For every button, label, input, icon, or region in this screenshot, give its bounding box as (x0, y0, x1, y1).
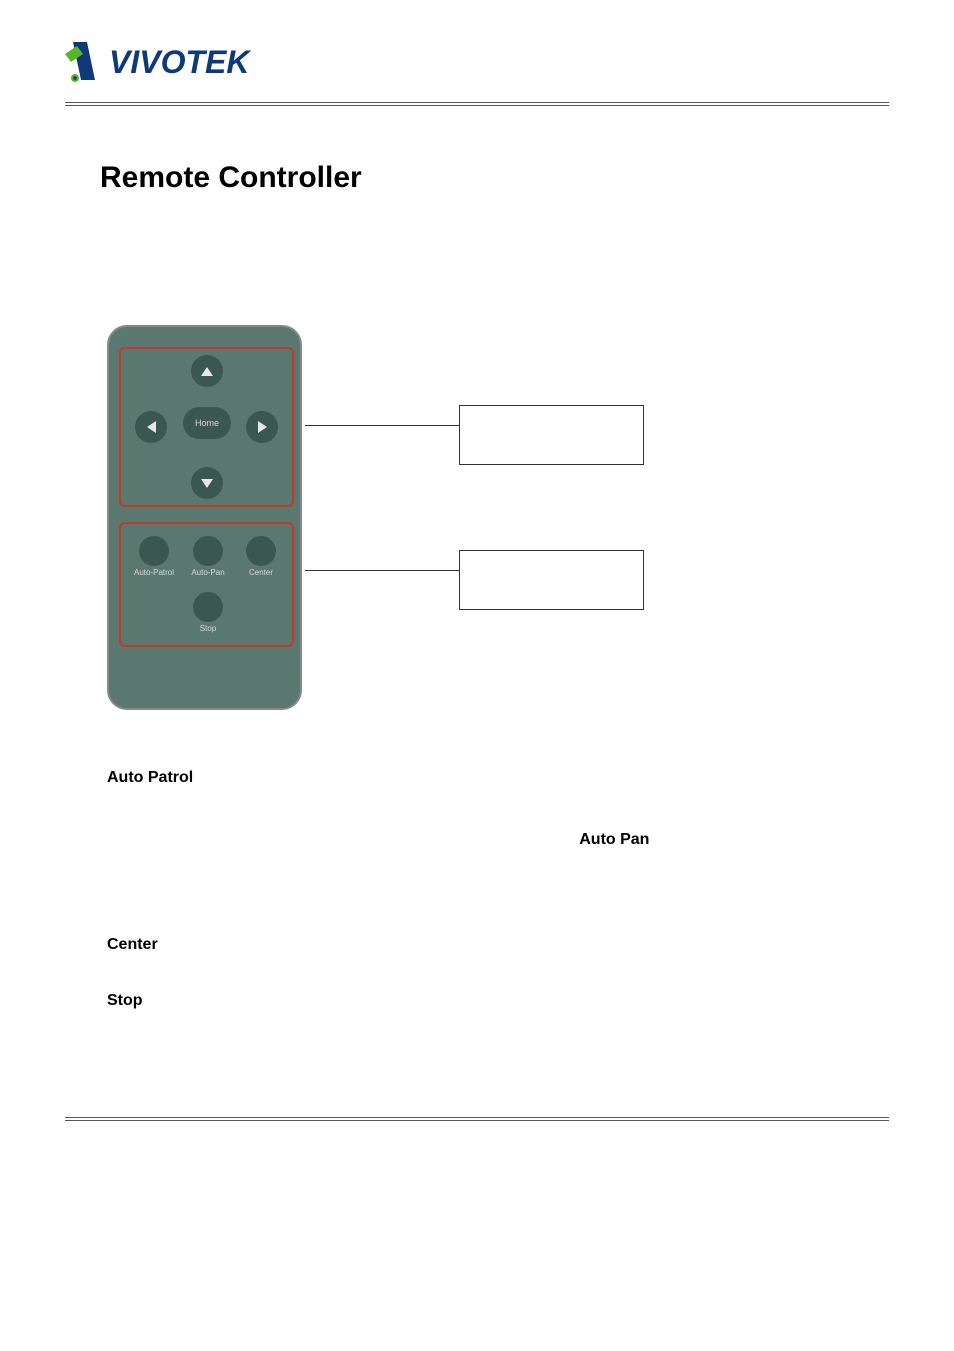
callout-line-dpad (305, 425, 460, 426)
center-button[interactable] (246, 536, 276, 566)
dpad-down-button[interactable] (191, 467, 223, 499)
dpad-right-button[interactable] (246, 411, 278, 443)
logo-mark-icon (65, 40, 103, 84)
footer-divider (65, 1117, 889, 1121)
function-highlight-group: Auto-Patrol Auto-Pan Center Stop (119, 522, 294, 647)
term-auto-patrol: Auto Patrol (107, 769, 193, 786)
center-label: Center (233, 568, 289, 577)
brand-name: VIVOTEK (109, 44, 249, 81)
auto-patrol-label: Auto-Patrol (126, 568, 182, 577)
term-stop: Stop (107, 992, 143, 1009)
stop-button[interactable] (193, 592, 223, 622)
term-auto-pan: Auto Pan (579, 831, 649, 848)
dpad-up-button[interactable] (191, 355, 223, 387)
page-title: Remote Controller (100, 161, 889, 195)
remote-body: Home Auto-Patrol Auto-Pan Center Stop (107, 325, 302, 710)
arrow-right-icon (258, 421, 267, 433)
arrow-left-icon (147, 421, 156, 433)
remote-diagram: Home Auto-Patrol Auto-Pan Center Stop (107, 325, 889, 720)
arrow-up-icon (201, 367, 213, 376)
brand-logo: VIVOTEK (65, 40, 889, 84)
home-button-label: Home (195, 418, 219, 428)
callout-box-dpad (459, 405, 644, 465)
dpad-highlight-group: Home (119, 347, 294, 507)
header-divider (65, 102, 889, 106)
body-text: Auto Patrol spacer spacer spacer spacer … (107, 765, 859, 1013)
arrow-down-icon (201, 479, 213, 488)
callout-line-functions (305, 570, 460, 571)
home-button[interactable]: Home (183, 407, 231, 439)
auto-pan-label: Auto-Pan (180, 568, 236, 577)
auto-pan-button[interactable] (193, 536, 223, 566)
dpad-left-button[interactable] (135, 411, 167, 443)
callout-box-functions (459, 550, 644, 610)
logo-area: VIVOTEK (65, 40, 889, 84)
term-center: Center (107, 936, 158, 953)
stop-label: Stop (180, 624, 236, 633)
auto-patrol-button[interactable] (139, 536, 169, 566)
